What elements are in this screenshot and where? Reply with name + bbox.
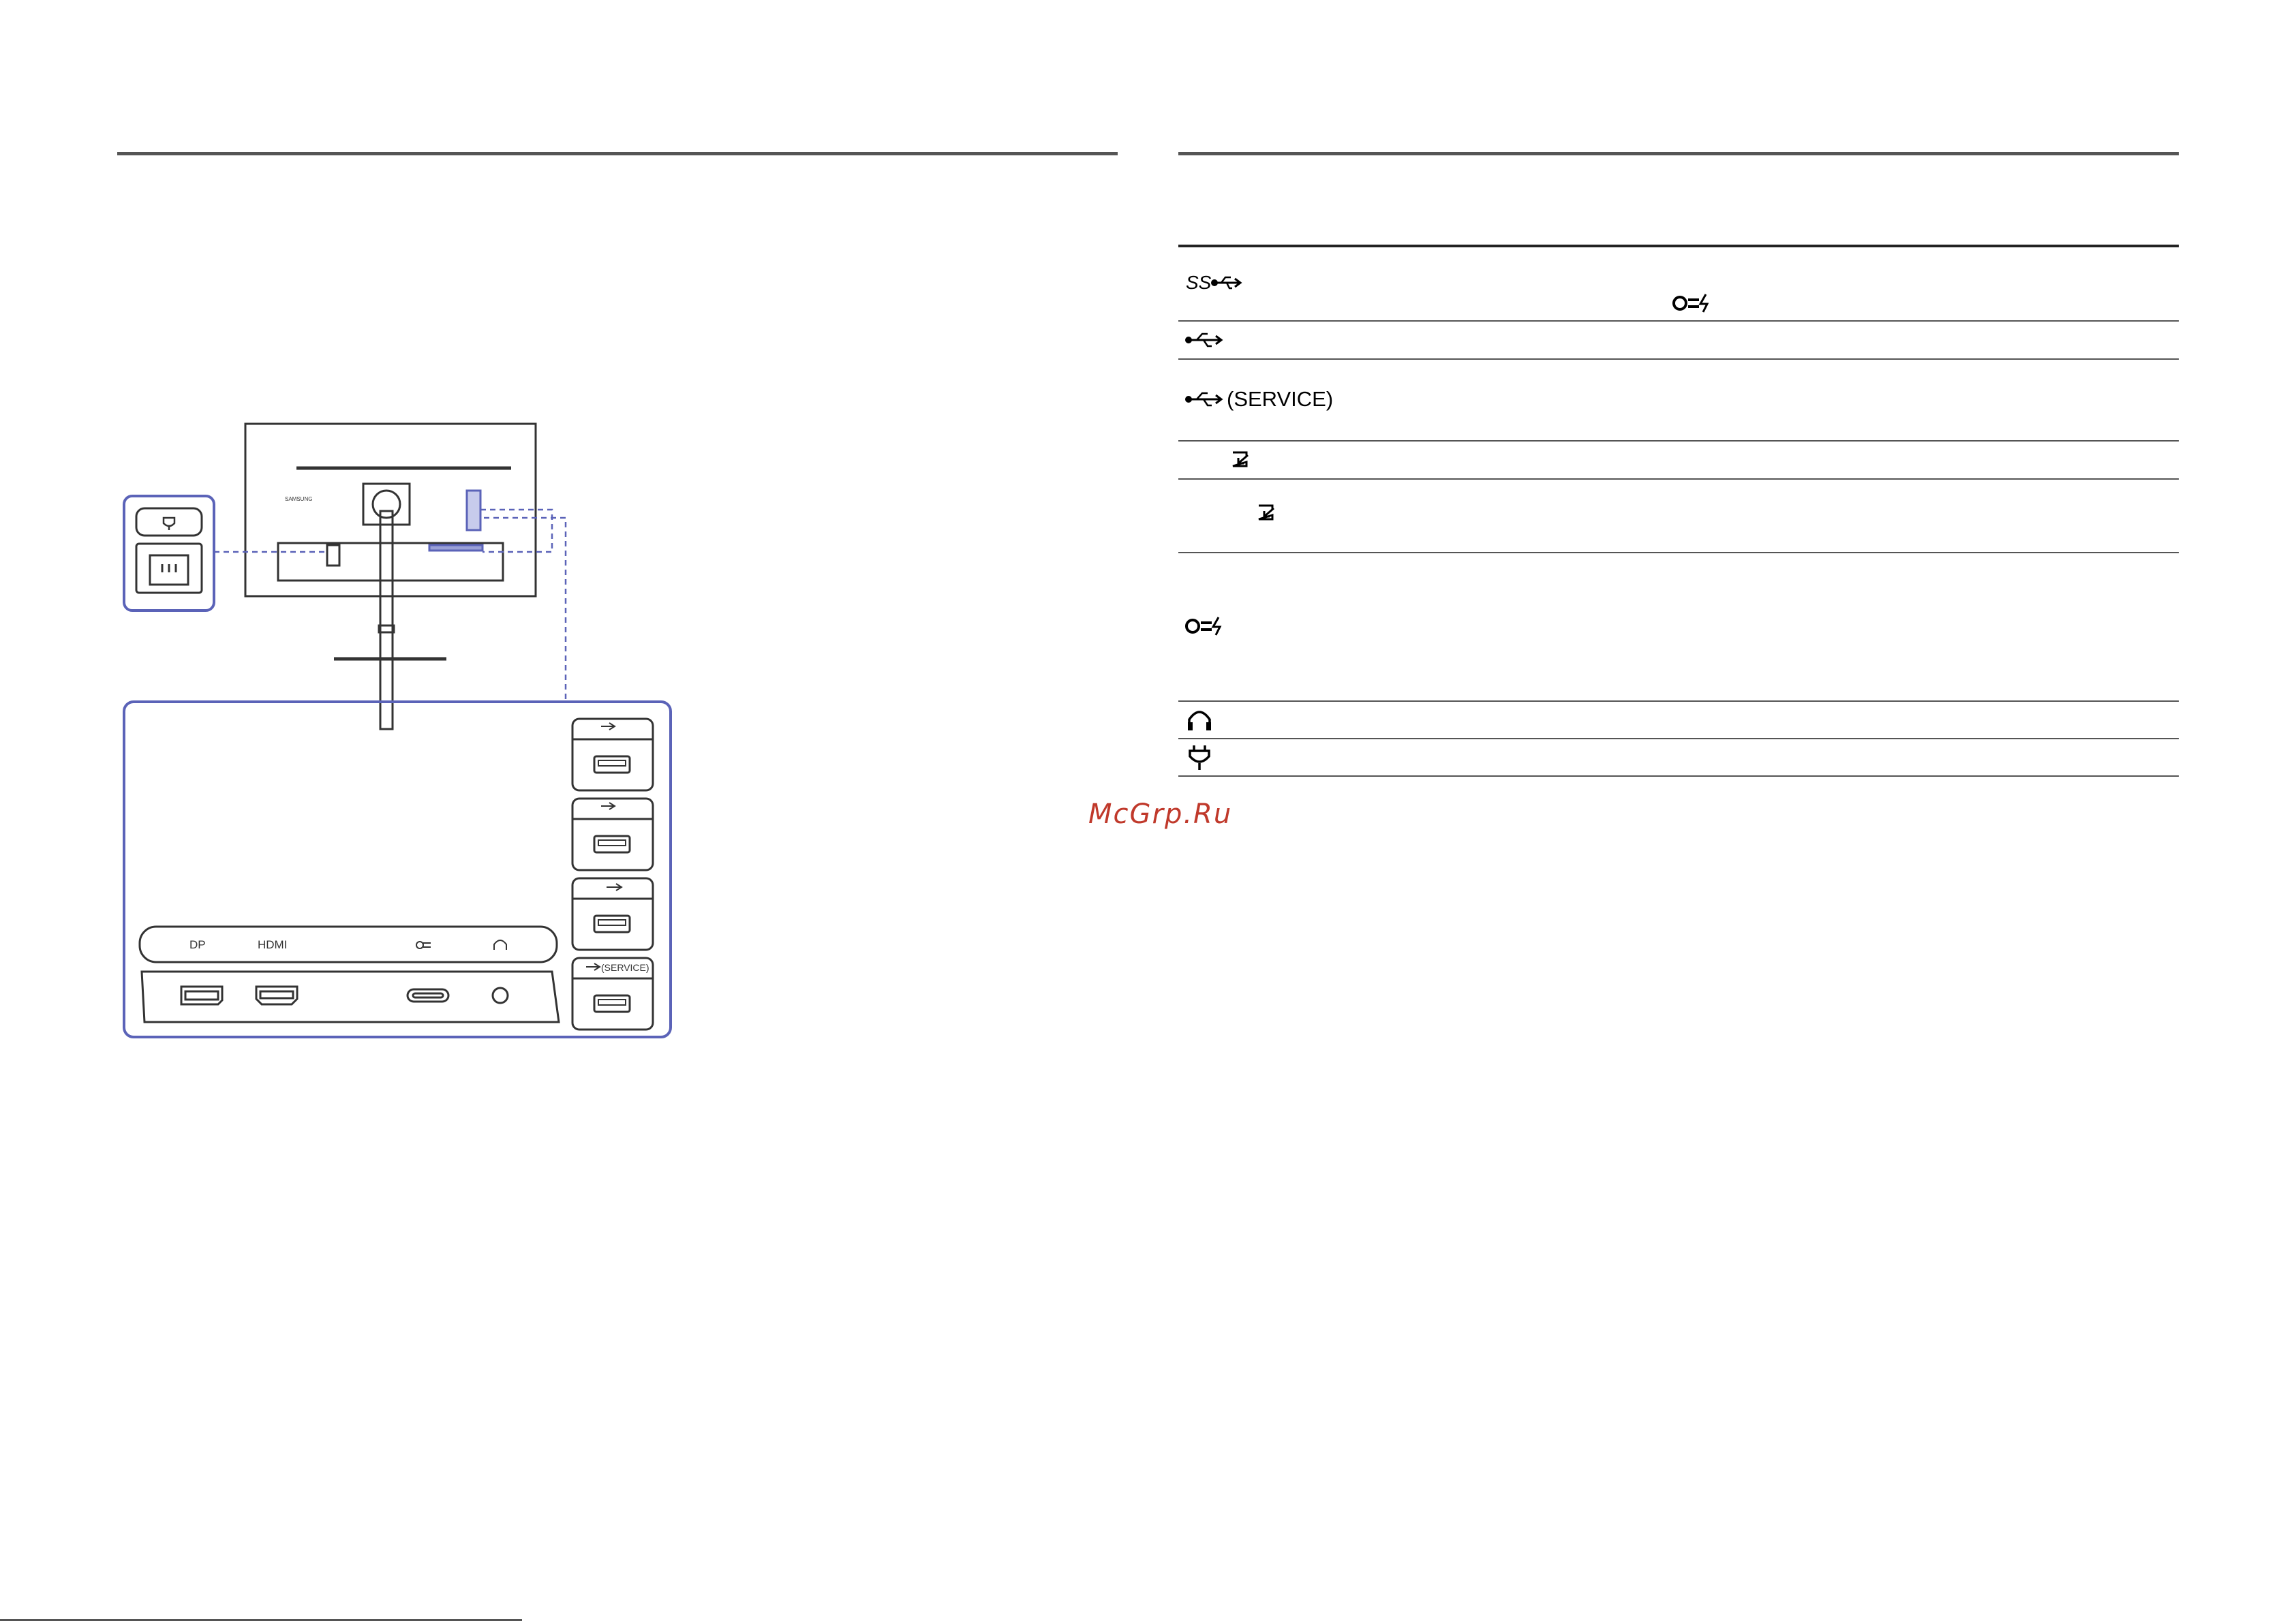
usb-c-port: [406, 988, 450, 1003]
svg-text:SS: SS: [1186, 272, 1212, 293]
table-row: (SERVICE): [1184, 387, 1333, 412]
usb-superspeed-icon: SS: [1186, 272, 1242, 293]
usb-port: [571, 877, 654, 951]
dp-port-label: DP: [189, 938, 206, 951]
usb-c-power-icon: [1672, 292, 1715, 315]
usb-ss-port-1: [571, 717, 654, 792]
footer-rule: [0, 1619, 522, 1621]
table-row: [1230, 450, 1251, 470]
table-row: [1184, 615, 1228, 638]
hdmi-port-label: HDMI: [258, 938, 287, 951]
table-row: [1186, 707, 1213, 733]
brand-label: SAMSUNG: [285, 496, 312, 502]
usb-service-label: (SERVICE): [601, 962, 649, 973]
headphone-icon: [1188, 711, 1211, 730]
usb-icon: [1185, 333, 1223, 347]
usb-ss-port-2: [571, 797, 654, 871]
dp-port: [180, 985, 224, 1006]
input-icon: [1232, 451, 1249, 467]
power-plug-icon: [1189, 745, 1210, 770]
table-header-rule: [1178, 245, 2179, 247]
headphone-icon: [493, 940, 507, 950]
input-icon: [1258, 504, 1274, 521]
left-header-rule: [117, 152, 1118, 155]
usb-c-power-icon: [1185, 617, 1222, 636]
hdmi-port: [255, 985, 299, 1006]
headphone-jack: [491, 987, 509, 1004]
table-row: [1184, 328, 1225, 352]
usb-icon: [1185, 392, 1223, 407]
right-header-rule: [1178, 152, 2179, 155]
table-row: [1256, 503, 1276, 523]
power-plug-icon: [162, 516, 176, 530]
watermark: McGrp.Ru: [1088, 799, 1233, 830]
table-row: [1187, 744, 1212, 771]
table-row: SS: [1184, 271, 1243, 294]
usb-c-power-icon: [416, 941, 431, 949]
usb-service-text: (SERVICE): [1227, 387, 1334, 411]
monitor-rear-diagram: SAMSUNG DP HDMI (SERVICE): [123, 422, 672, 1038]
